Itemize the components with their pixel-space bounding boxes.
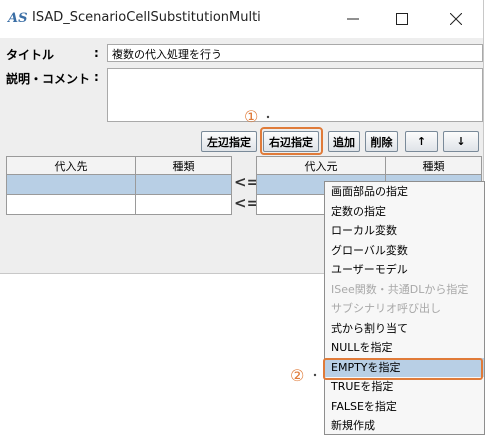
- table-row[interactable]: [6, 174, 232, 195]
- step2-marker: ②: [290, 366, 305, 385]
- delete-button[interactable]: 削除: [365, 131, 398, 152]
- context-menu: 画面部品の指定 定数の指定 ローカル変数 グローバル変数 ユーザーモデル ISee関数・共…: [324, 181, 485, 435]
- menu-item[interactable]: ローカル変数: [325, 221, 484, 241]
- add-button[interactable]: 追加: [328, 131, 360, 152]
- menu-item: ISee関数・共通DLから指定: [331, 282, 469, 296]
- title-label: タイトル: [6, 48, 55, 62]
- step1-marker: ①: [244, 107, 259, 126]
- menu-item[interactable]: FALSEを指定: [325, 397, 484, 417]
- step2-highlight: [323, 358, 483, 380]
- comment-label: 説明・コメント: [6, 72, 91, 86]
- comment-textarea[interactable]: [107, 68, 483, 122]
- menu-item[interactable]: ユーザーモデル: [325, 260, 484, 280]
- menu-item: サブシナリオ呼び出し: [331, 302, 441, 315]
- comment-colon: :: [94, 70, 99, 84]
- cursor-icon: [266, 115, 270, 119]
- left-col-target-header[interactable]: 代入先: [6, 156, 136, 175]
- right-col-type-header[interactable]: 種類: [385, 156, 482, 175]
- menu-item[interactable]: 定数の指定: [325, 202, 484, 222]
- app-logo-icon: AS: [8, 11, 28, 26]
- title-colon: :: [94, 46, 99, 60]
- move-down-button[interactable]: ↓: [443, 131, 479, 152]
- cursor-icon: [313, 373, 317, 377]
- minimize-icon: [347, 18, 359, 20]
- window-title: ISAD_ScenarioCellSubstitutionMulti: [32, 10, 261, 25]
- minimize-button[interactable]: [335, 6, 371, 32]
- right-col-source-header[interactable]: 代入元: [256, 156, 386, 175]
- menu-item[interactable]: 式から割り当て: [325, 319, 484, 339]
- title-bar: AS ISAD_ScenarioCellSubstitutionMulti: [0, 0, 483, 38]
- menu-item[interactable]: グローバル変数: [325, 241, 484, 261]
- table-row[interactable]: [6, 194, 232, 215]
- close-button[interactable]: [438, 6, 474, 32]
- menu-item[interactable]: NULLを指定: [325, 338, 484, 358]
- left-assign-button[interactable]: 左辺指定: [201, 131, 257, 152]
- maximize-icon: [396, 13, 408, 25]
- menu-item[interactable]: 新規作成: [325, 416, 484, 434]
- step1-highlight: [260, 127, 323, 155]
- move-up-button[interactable]: ↑: [405, 131, 438, 152]
- menu-item[interactable]: 画面部品の指定: [325, 182, 484, 202]
- left-assign-table: 代入先 種類: [6, 156, 232, 215]
- close-icon: [450, 13, 462, 25]
- maximize-button[interactable]: [384, 6, 420, 32]
- title-input[interactable]: 複数の代入処理を行う: [107, 44, 483, 62]
- left-col-type-header[interactable]: 種類: [135, 156, 232, 175]
